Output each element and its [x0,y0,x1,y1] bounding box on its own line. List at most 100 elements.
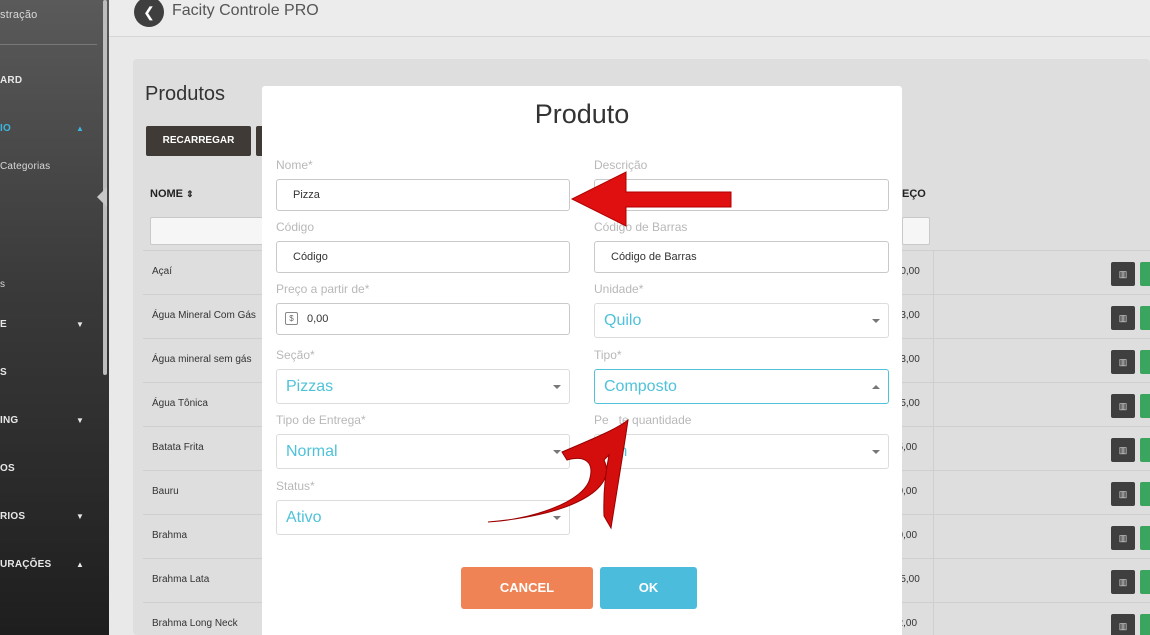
app-title: Facity Controle PRO [172,2,319,19]
column-header-name[interactable]: NOME ⇕ [150,188,194,200]
permite-quantidade-value: m [614,443,628,460]
status-select[interactable]: Ativo [276,500,570,535]
chevron-down-icon [872,319,880,323]
sidebar-top-item[interactable]: stração [0,9,37,21]
sidebar-item-label: URAÇÕES [0,559,52,570]
sidebar-item-categorias[interactable]: Categorias [0,161,50,172]
codigo-field[interactable]: Código [276,241,570,273]
row-name: Brahma [152,530,188,541]
header-bar: ❮ Facity Controle PRO [109,0,1150,37]
preco-field[interactable]: $ 0,00 [276,303,570,335]
page-title: Produtos [145,83,226,105]
row-name: Batata Frita [152,442,204,453]
sidebar-item-label: E [0,319,7,330]
action-button[interactable] [1140,570,1150,594]
nome-label: Nome* [276,158,313,172]
sort-icon: ⇕ [186,189,194,199]
edit-icon[interactable]: ▥ [1111,262,1135,286]
reload-button[interactable]: RECARREGAR [146,126,251,156]
edit-icon[interactable]: ▥ [1111,350,1135,374]
chevron-down-icon: ▼ [76,416,85,425]
tipo-label: Tipo* [594,348,622,362]
edit-icon[interactable]: ▥ [1111,570,1135,594]
money-icon: $ [285,312,298,325]
column-header-price[interactable]: EÇO [902,188,926,200]
sidebar-item-e[interactable]: E ▼ [0,319,84,330]
sidebar-item-rios[interactable]: RIOS ▼ [0,511,84,522]
sidebar-item-label: S [0,367,7,378]
sidebar-item-cadastro[interactable]: IO ▲ [0,123,84,134]
tipo-value: Composto [604,378,677,395]
modal-title: Produto [534,99,630,129]
nome-field[interactable]: Pizza [276,179,570,211]
sidebar: stração ARD IO ▲ Categorias s E ▼ S ING ▼ O… [0,0,109,635]
column-divider [933,471,934,515]
column-divider [933,515,934,559]
action-button[interactable] [1140,306,1150,330]
secao-value: Pizzas [286,378,334,395]
action-button[interactable] [1140,262,1150,286]
sidebar-item-configuracoes[interactable]: URAÇÕES ▲ [0,559,84,570]
unidade-select[interactable]: Quilo [594,303,889,338]
back-button[interactable]: ❮ [134,0,164,27]
tipo-select[interactable]: Composto [594,369,889,404]
chevron-down-icon: ▼ [76,320,85,329]
cancel-button[interactable]: CANCEL [461,567,593,609]
chevron-down-icon [553,450,561,454]
sidebar-item-ing[interactable]: ING ▼ [0,415,84,426]
edit-icon[interactable]: ▥ [1111,306,1135,330]
sidebar-item-label: OS [0,463,15,474]
row-name: Água Mineral Com Gás [152,310,256,321]
sidebar-active-notch [97,187,107,207]
sidebar-item-label: Categorias [0,161,51,172]
unidade-label: Unidade* [594,282,644,296]
sidebar-item-label: s [0,279,6,290]
preco-label: Preço a partir de* [276,282,370,296]
sidebar-item-label: ING [0,415,19,426]
edit-icon[interactable]: ▥ [1111,482,1135,506]
sidebar-item-s[interactable]: S [0,367,7,378]
chevron-down-icon: ▼ [76,512,85,521]
row-name: Açaí [152,266,173,277]
edit-icon[interactable]: ▥ [1111,394,1135,418]
chevron-up-icon: ▲ [76,124,85,133]
chevron-up-icon [872,385,880,389]
descricao-label: Descrição [594,158,648,172]
secao-label: Seção* [276,348,315,362]
column-divider [933,251,934,295]
action-button[interactable] [1140,526,1150,550]
action-button[interactable] [1140,482,1150,506]
edit-icon[interactable]: ▥ [1111,438,1135,462]
action-button[interactable] [1140,350,1150,374]
column-divider [933,427,934,471]
ok-button[interactable]: OK [600,567,697,609]
row-name: Água Tônica [152,398,208,409]
codigo-label: Código [276,220,315,234]
sidebar-item-label: RIOS [0,511,26,522]
descricao-field[interactable] [594,179,889,211]
permite-quantidade-select[interactable]: m [594,434,889,469]
action-button[interactable] [1140,394,1150,418]
chevron-down-icon [553,516,561,520]
column-divider [933,559,934,603]
action-button[interactable] [1140,614,1150,635]
preco-value: 0,00 [307,313,329,325]
sidebar-separator [0,44,97,45]
codigo-barras-field[interactable]: Código de Barras [594,241,889,273]
edit-icon[interactable]: ▥ [1111,526,1135,550]
price-filter-input[interactable] [902,217,930,245]
row-name: Brahma Long Neck [152,618,238,629]
chevron-down-icon [872,450,880,454]
secao-select[interactable]: Pizzas [276,369,570,404]
action-button[interactable] [1140,438,1150,462]
unidade-value: Quilo [604,312,642,329]
sidebar-item-label: IO [0,123,11,134]
tipo-entrega-value: Normal [286,443,338,460]
column-header-label: NOME [150,188,183,200]
edit-icon[interactable]: ▥ [1111,614,1135,635]
sidebar-item-os[interactable]: OS [0,463,15,474]
name-filter-input[interactable] [150,217,265,245]
tipo-entrega-select[interactable]: Normal [276,434,570,469]
sidebar-item-dashboard[interactable]: ARD [0,75,22,86]
sidebar-item-sub[interactable]: s [0,279,5,290]
